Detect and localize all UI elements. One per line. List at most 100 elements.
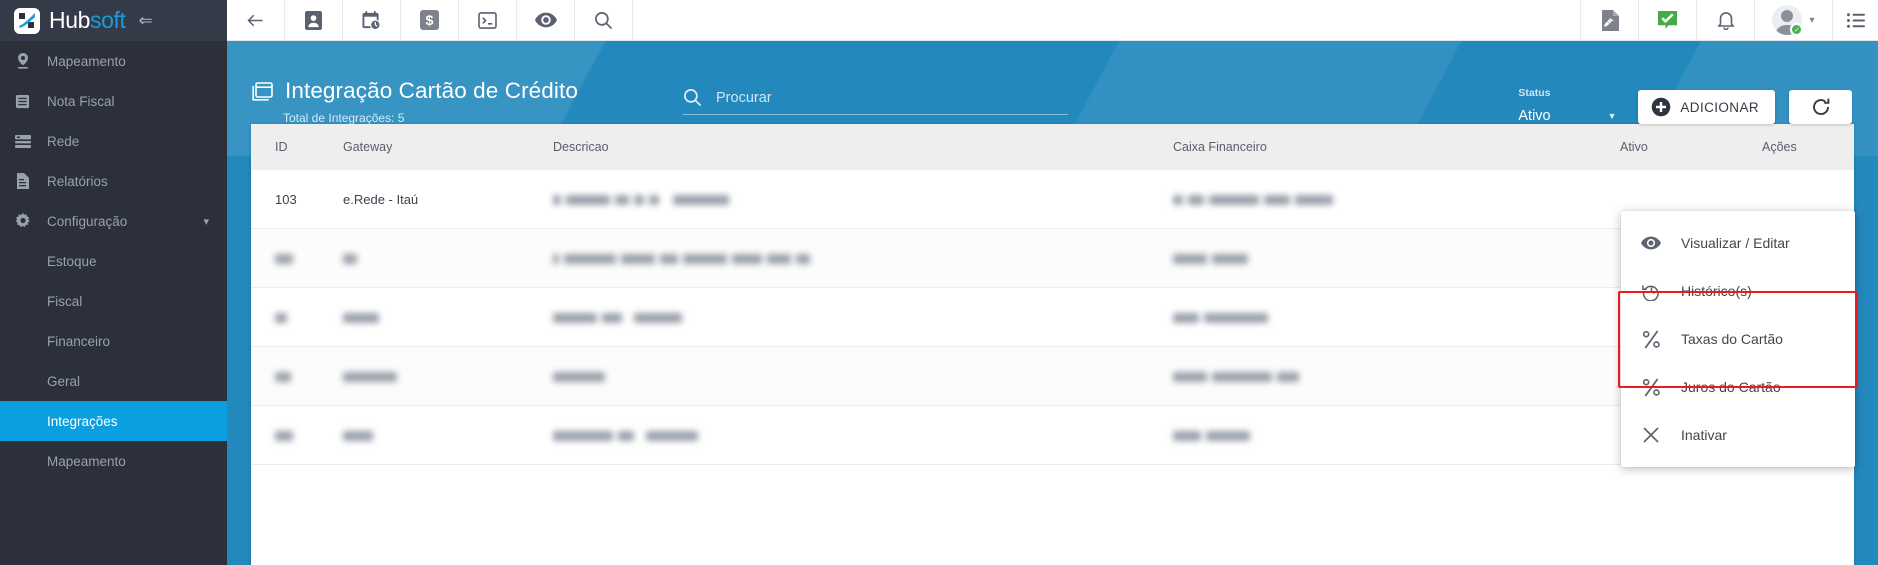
redacted-text: [343, 428, 378, 443]
server-icon: [14, 134, 31, 149]
sidebar-item-label: Rede: [47, 133, 80, 149]
menu-item-historicos[interactable]: Histórico(s): [1621, 267, 1855, 315]
history-clock-icon: [1641, 282, 1661, 301]
sidebar-item-nota-fiscal[interactable]: Nota Fiscal: [0, 81, 227, 121]
hubsoft-logo-icon: [14, 7, 40, 34]
cell-descricao: [553, 310, 1173, 325]
chevron-down-icon[interactable]: ▾: [1809, 15, 1814, 26]
redacted-text: [1173, 192, 1338, 207]
banner-actions: Status Ativo ▼ ADICIONAR: [1518, 73, 1852, 124]
svg-text:$: $: [426, 13, 434, 29]
cell-caixa-financeiro: [1173, 369, 1620, 384]
list-menu-icon[interactable]: [1832, 0, 1878, 40]
brand-title-secondary: soft: [90, 7, 126, 33]
redacted-text: [275, 369, 296, 384]
add-button-label: ADICIONAR: [1680, 99, 1759, 115]
plus-circle-icon: [1651, 97, 1671, 117]
row-actions-menu: Visualizar / Editar Histórico(s) Taxas d…: [1618, 211, 1858, 467]
sidebar-item-fiscal[interactable]: Fiscal: [0, 281, 227, 321]
menu-item-juros-do-cartao[interactable]: Juros do Cartão: [1621, 363, 1855, 411]
eye-icon[interactable]: [517, 0, 575, 40]
sidebar-item-estoque[interactable]: Estoque: [0, 241, 227, 281]
green-check-icon[interactable]: [1638, 0, 1696, 40]
sidebar-item-integracoes[interactable]: Integrações: [0, 401, 227, 441]
sidebar-item-mapeamento-sub[interactable]: Mapeamento: [0, 441, 227, 481]
collapse-arrow-icon[interactable]: ⇐: [138, 11, 152, 31]
sidebar-item-financeiro[interactable]: Financeiro: [0, 321, 227, 361]
redacted-text: [1173, 369, 1304, 384]
refresh-icon: [1811, 97, 1831, 117]
status-filter[interactable]: Status Ativo ▼: [1518, 87, 1616, 124]
table-row[interactable]: [251, 229, 1854, 288]
sidebar-item-label: Financeiro: [47, 333, 111, 349]
cell-gateway: [343, 369, 553, 384]
status-filter-value: Ativo: [1518, 108, 1551, 124]
back-arrow-icon[interactable]: [227, 0, 285, 40]
search-input[interactable]: [716, 89, 1068, 106]
eye-icon: [1641, 236, 1661, 250]
page-title-block: Integração Cartão de Crédito Total de In…: [227, 72, 657, 125]
status-filter-select[interactable]: Ativo ▼: [1518, 108, 1616, 124]
sidebar-item-label: Estoque: [47, 253, 97, 269]
table-row[interactable]: [251, 288, 1854, 347]
sidebar-item-relatorios[interactable]: Relatórios: [0, 161, 227, 201]
redacted-text: [553, 369, 610, 384]
sidebar-item-label: Mapeamento: [47, 453, 126, 469]
cell-descricao: [553, 428, 1173, 443]
redacted-text: [275, 251, 298, 266]
table-row[interactable]: 103 e.Rede - Itaú: [251, 170, 1854, 229]
bell-icon[interactable]: [1696, 0, 1754, 40]
sidebar-item-rede[interactable]: Rede: [0, 121, 227, 161]
brand-title-primary: Hub: [49, 7, 90, 33]
sidebar-item-configuracao[interactable]: Configuração ▾: [0, 201, 227, 241]
sidebar-item-geral[interactable]: Geral: [0, 361, 227, 401]
cell-gateway: [343, 251, 553, 266]
cell-descricao: [553, 369, 1173, 384]
cell-caixa-financeiro: [1173, 310, 1620, 325]
menu-item-taxas-do-cartao[interactable]: Taxas do Cartão: [1621, 315, 1855, 363]
cell-caixa-financeiro: [1173, 428, 1620, 443]
menu-item-inativar[interactable]: Inativar: [1621, 411, 1855, 459]
table-row[interactable]: [251, 406, 1854, 465]
menu-item-visualizar-editar[interactable]: Visualizar / Editar: [1621, 219, 1855, 267]
redacted-text: [1173, 251, 1253, 266]
redacted-text: [553, 428, 703, 443]
cell-id: [251, 251, 343, 266]
search-icon[interactable]: [575, 0, 633, 40]
sidebar-item-label: Geral: [47, 373, 81, 389]
contact-card-icon[interactable]: [285, 0, 343, 40]
window-card-icon: [251, 81, 273, 101]
sidebar: Hubsoft ⇐ Mapeamento Nota Fiscal Rede Re…: [0, 0, 227, 565]
cell-caixa-financeiro: [1173, 192, 1620, 207]
sidebar-item-mapeamento[interactable]: Mapeamento: [0, 41, 227, 81]
refresh-button[interactable]: [1789, 90, 1852, 124]
menu-item-label: Inativar: [1681, 427, 1727, 443]
cell-gateway: e.Rede - Itaú: [343, 191, 419, 207]
pdf-icon[interactable]: [1580, 0, 1638, 40]
document-icon: [14, 94, 31, 109]
redacted-text: [343, 369, 402, 384]
menu-item-label: Taxas do Cartão: [1681, 331, 1783, 347]
brand-header[interactable]: Hubsoft ⇐: [0, 0, 227, 41]
dollar-icon[interactable]: $: [401, 0, 459, 40]
page-title: Integração Cartão de Crédito: [285, 78, 578, 103]
cell-id: [251, 428, 343, 443]
cell-id: 103: [275, 191, 297, 207]
table-row[interactable]: [251, 347, 1854, 406]
redacted-text: [553, 251, 815, 266]
integrations-table-card: ID Gateway Descricao Caixa Financeiro At…: [251, 124, 1854, 565]
cell-caixa-financeiro: [1173, 251, 1620, 266]
redacted-text: [553, 192, 734, 207]
percent-icon: [1641, 377, 1661, 397]
redacted-text: [343, 310, 384, 325]
calendar-clock-icon[interactable]: [343, 0, 401, 40]
redacted-text: [553, 310, 687, 325]
main-area: $ ✓ ▾ Integração Cartão de Crédito Total…: [227, 0, 1878, 565]
cell-descricao: [553, 192, 1173, 207]
terminal-icon[interactable]: [459, 0, 517, 40]
user-avatar[interactable]: ✓ ▾: [1754, 0, 1832, 40]
search-field[interactable]: [683, 88, 1068, 115]
chevron-down-icon[interactable]: ▼: [1607, 111, 1616, 121]
add-button[interactable]: ADICIONAR: [1638, 90, 1775, 124]
